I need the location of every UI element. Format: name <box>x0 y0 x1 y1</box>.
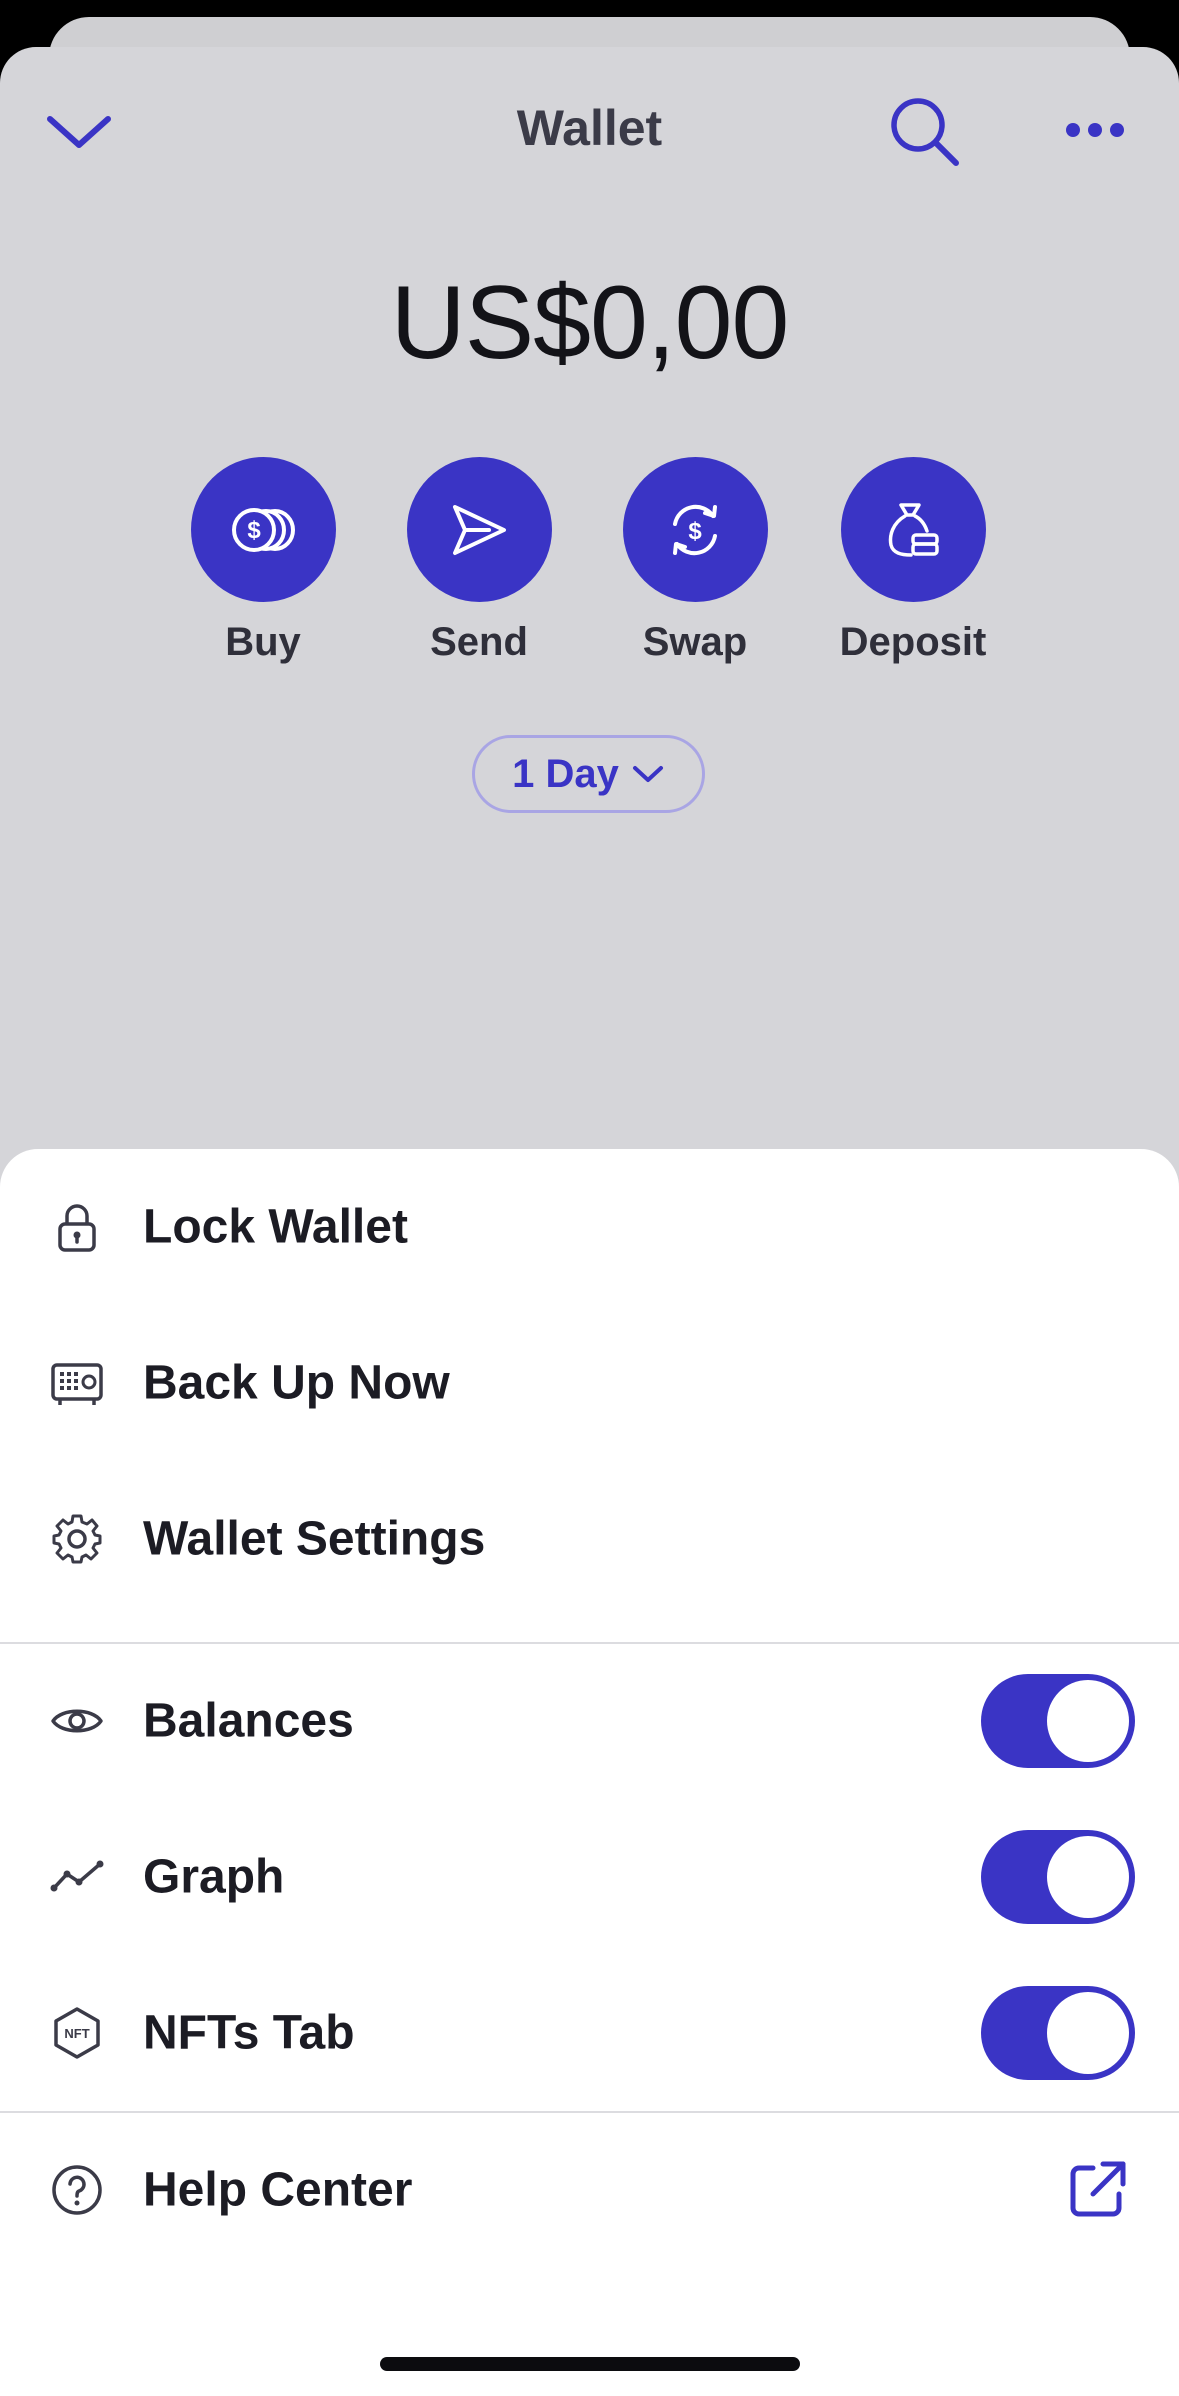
safe-icon <box>51 1363 103 1405</box>
options-sheet: Lock Wallet Back Up Now Wallet Settings <box>0 1149 1179 2396</box>
back-up-now-item[interactable]: Back Up Now <box>0 1305 1179 1461</box>
question-circle-icon <box>52 2165 102 2215</box>
svg-text:$: $ <box>247 517 261 544</box>
buy-button[interactable]: $ Buy <box>183 457 343 665</box>
wallet-settings-item[interactable]: Wallet Settings <box>0 1461 1179 1617</box>
eye-icon <box>51 1709 103 1733</box>
toggle-knob <box>1047 1680 1129 1762</box>
period-label: 1 Day <box>512 751 619 796</box>
lock-icon <box>58 1204 96 1252</box>
money-bag-icon <box>888 502 939 557</box>
search-icon[interactable] <box>888 95 962 169</box>
toggle-knob <box>1047 1992 1129 2074</box>
lock-wallet-item[interactable]: Lock Wallet <box>0 1149 1179 1305</box>
balances-toggle[interactable] <box>981 1674 1135 1768</box>
swap-circle: $ <box>622 457 768 602</box>
nfts-tab-toggle[interactable] <box>981 1986 1135 2080</box>
swap-button[interactable]: $ Swap <box>615 457 775 665</box>
nft-hexagon-icon: NFT <box>54 2007 100 2059</box>
lock-wallet-label: Lock Wallet <box>143 1200 408 1254</box>
svg-text:NFT: NFT <box>64 2026 89 2041</box>
toggle-knob <box>1047 1836 1129 1918</box>
swap-label: Swap <box>642 620 748 664</box>
chevron-down-icon <box>632 766 663 782</box>
gear-icon <box>52 1514 102 1564</box>
send-button[interactable]: Send <box>399 457 559 665</box>
help-center-label: Help Center <box>143 2163 413 2217</box>
page-title: Wallet <box>516 100 663 156</box>
deposit-label: Deposit <box>839 620 987 664</box>
balances-label: Balances <box>143 1694 354 1748</box>
help-center-item[interactable]: Help Center <box>0 2112 1179 2268</box>
nav-bar: Wallet <box>0 47 1179 217</box>
send-label: Send <box>430 620 528 664</box>
external-link-icon[interactable] <box>1065 2158 1129 2222</box>
nfts-tab-label: NFTs Tab <box>143 2006 355 2060</box>
more-options-icon[interactable] <box>1060 105 1130 155</box>
back-up-now-label: Back Up Now <box>143 1356 450 1410</box>
buy-label: Buy <box>225 620 301 664</box>
buy-circle: $ <box>190 457 336 602</box>
balances-item: Balances <box>0 1643 1179 1799</box>
coins-icon: $ <box>232 507 295 552</box>
send-circle <box>406 457 552 602</box>
nfts-tab-item: NFT NFTs Tab <box>0 1955 1179 2111</box>
action-buttons: $ Buy Send $ Swap Deposit <box>0 457 1179 677</box>
wallet-balance: US$0,00 <box>390 265 790 381</box>
deposit-button[interactable]: Deposit <box>833 457 993 665</box>
swap-icon: $ <box>673 504 717 555</box>
line-chart-icon <box>50 1860 104 1892</box>
graph-toggle[interactable] <box>981 1830 1135 1924</box>
wallet-settings-label: Wallet Settings <box>143 1512 486 1566</box>
period-selector[interactable]: 1 Day <box>472 735 705 813</box>
graph-item: Graph <box>0 1799 1179 1955</box>
home-indicator[interactable] <box>380 2357 800 2371</box>
svg-text:$: $ <box>688 518 702 545</box>
send-icon <box>453 504 506 555</box>
deposit-circle <box>840 457 986 602</box>
graph-label: Graph <box>143 1850 285 1904</box>
